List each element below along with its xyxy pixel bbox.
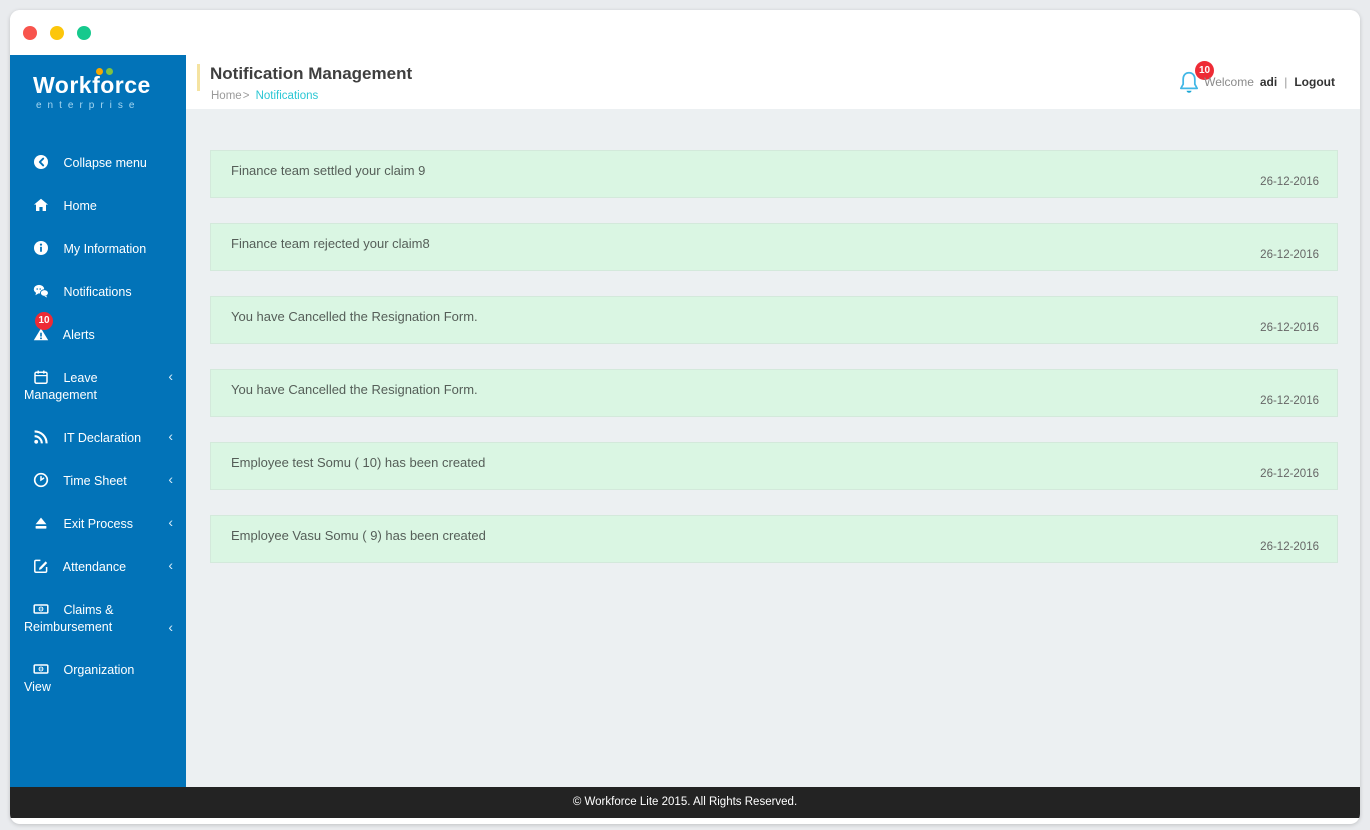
notification-date: 26-12-2016 — [1260, 468, 1319, 480]
sidebar-item-home[interactable]: Home — [10, 184, 186, 227]
sidebar-item-label: My Information — [63, 241, 147, 256]
breadcrumb-home[interactable]: Home — [211, 90, 242, 102]
notification-message: You have Cancelled the Resignation Form. — [231, 309, 478, 324]
notification-date: 26-12-2016 — [1260, 395, 1319, 407]
logo-green-dot-icon — [106, 68, 113, 75]
welcome-label: Welcome — [1204, 75, 1254, 89]
app-header: Notification Management Home> Notificati… — [186, 55, 1360, 109]
notification-message: You have Cancelled the Resignation Form. — [231, 382, 478, 397]
collapse-icon — [33, 154, 49, 170]
chat-bubbles-icon — [33, 283, 49, 299]
window-chrome — [10, 10, 1360, 55]
notification-card[interactable]: You have Cancelled the Resignation Form.… — [210, 369, 1338, 417]
maximize-window-button[interactable] — [77, 25, 91, 40]
sidebar-item-label: IT Declaration — [63, 430, 142, 445]
eject-icon — [33, 515, 49, 531]
notification-date: 26-12-2016 — [1260, 249, 1319, 261]
user-divider: | — [1284, 75, 1288, 89]
notification-message: Finance team rejected your claim8 — [231, 236, 430, 251]
notification-bell-button[interactable]: 10 — [1175, 61, 1214, 101]
logo-text: Workforce — [33, 72, 151, 98]
edit-icon — [33, 558, 49, 574]
sidebar-item-label: Time Sheet — [63, 473, 127, 488]
breadcrumb-separator: > — [242, 90, 250, 102]
notification-message: Employee test Somu ( 10) has been create… — [231, 455, 486, 470]
notification-card[interactable]: Employee test Somu ( 10) has been create… — [210, 442, 1338, 490]
calendar-icon — [33, 369, 49, 385]
username-link[interactable]: adi — [1260, 75, 1277, 89]
page-title: Notification Management — [210, 64, 413, 83]
notification-card[interactable]: You have Cancelled the Resignation Form.… — [210, 296, 1338, 344]
sidebar-item-label: Collapse menu — [63, 155, 147, 170]
main-content: Finance team settled your claim 9 26-12-… — [186, 109, 1360, 787]
sidebar-item-label: Notifications — [63, 284, 132, 299]
logo: Workforce enterprise — [10, 55, 186, 111]
sidebar-item-collapse-menu[interactable]: Collapse menu — [10, 141, 186, 184]
clock-icon — [33, 472, 49, 488]
sidebar-item-exit-process[interactable]: Exit Process ‹ — [10, 502, 186, 545]
sidebar-item-label: Alerts — [62, 327, 95, 342]
sidebar-item-time-sheet[interactable]: Time Sheet ‹ — [10, 459, 186, 502]
chevron-left-icon: ‹ — [168, 368, 173, 384]
notification-date: 26-12-2016 — [1260, 322, 1319, 334]
minimize-window-button[interactable] — [50, 25, 64, 40]
browser-window: Workforce enterprise Collapse menu Home … — [10, 10, 1360, 824]
logout-link[interactable]: Logout — [1294, 75, 1335, 89]
app-footer: © Workforce Lite 2015. All Rights Reserv… — [10, 787, 1360, 818]
money-icon — [33, 601, 49, 617]
sidebar-item-notifications[interactable]: Notifications — [10, 270, 186, 313]
sidebar-item-it-declaration[interactable]: IT Declaration ‹ — [10, 416, 186, 459]
sidebar-item-alerts[interactable]: 10 Alerts — [10, 312, 186, 356]
sidebar-item-claims-reimbursement[interactable]: Claims & Reimbursement ‹ — [10, 588, 186, 648]
chevron-left-icon: ‹ — [168, 471, 173, 487]
notification-message: Finance team settled your claim 9 — [231, 163, 426, 178]
alerts-badge: 10 — [35, 312, 53, 330]
copyright-text: © Workforce Lite 2015. All Rights Reserv… — [572, 796, 798, 808]
sidebar-item-attendance[interactable]: Attendance ‹ — [10, 545, 186, 588]
breadcrumb-current[interactable]: Notifications — [256, 90, 319, 102]
sidebar-item-label: Attendance — [62, 559, 127, 574]
user-area: Welcome adi | Logout — [1204, 55, 1335, 109]
chevron-left-icon: ‹ — [168, 428, 173, 444]
sidebar-item-label: Home — [63, 198, 97, 213]
chevron-left-icon: ‹ — [168, 514, 173, 530]
sidebar-item-leave-management[interactable]: Leave Management ‹ — [10, 356, 186, 416]
sidebar-item-label: Exit Process — [63, 516, 133, 531]
title-accent-bar — [197, 64, 200, 91]
notification-date: 26-12-2016 — [1260, 541, 1319, 553]
sidebar-item-organization-view[interactable]: Organization View — [10, 648, 186, 708]
notification-card[interactable]: Employee Vasu Somu ( 9) has been created… — [210, 515, 1338, 563]
notification-list: Finance team settled your claim 9 26-12-… — [186, 109, 1360, 563]
logo-name: Workforce — [33, 68, 151, 99]
info-icon — [33, 240, 49, 256]
logo-orange-dot-icon — [96, 68, 103, 75]
notification-message: Employee Vasu Somu ( 9) has been created — [231, 528, 486, 543]
notification-card[interactable]: Finance team rejected your claim8 26-12-… — [210, 223, 1338, 271]
chevron-left-icon: ‹ — [168, 619, 173, 635]
sidebar: Workforce enterprise Collapse menu Home … — [10, 55, 186, 787]
rss-icon — [33, 429, 49, 445]
sidebar-item-my-information[interactable]: My Information — [10, 227, 186, 270]
money-icon — [33, 661, 49, 677]
breadcrumb: Home> Notifications — [211, 90, 318, 102]
notification-date: 26-12-2016 — [1260, 176, 1319, 188]
sidebar-menu: Collapse menu Home My Information Notifi… — [10, 141, 186, 708]
home-icon — [33, 197, 49, 213]
chevron-left-icon: ‹ — [168, 557, 173, 573]
close-window-button[interactable] — [23, 25, 37, 40]
notification-card[interactable]: Finance team settled your claim 9 26-12-… — [210, 150, 1338, 198]
logo-tagline: enterprise — [36, 100, 141, 111]
